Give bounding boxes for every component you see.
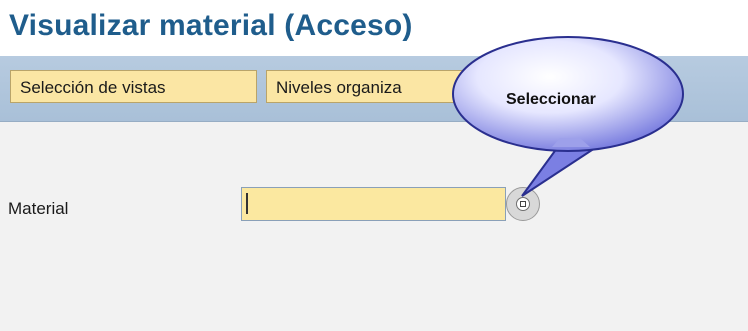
material-label: Material — [8, 199, 69, 218]
callout-text: Seleccionar — [506, 91, 596, 108]
org-levels-button[interactable]: Niveles organiza — [266, 70, 466, 103]
callout-bubble — [452, 36, 684, 197]
text-cursor — [246, 193, 248, 214]
page-title: Visualizar material (Acceso) — [9, 9, 413, 42]
views-selection-button[interactable]: Selección de vistas — [10, 70, 257, 103]
